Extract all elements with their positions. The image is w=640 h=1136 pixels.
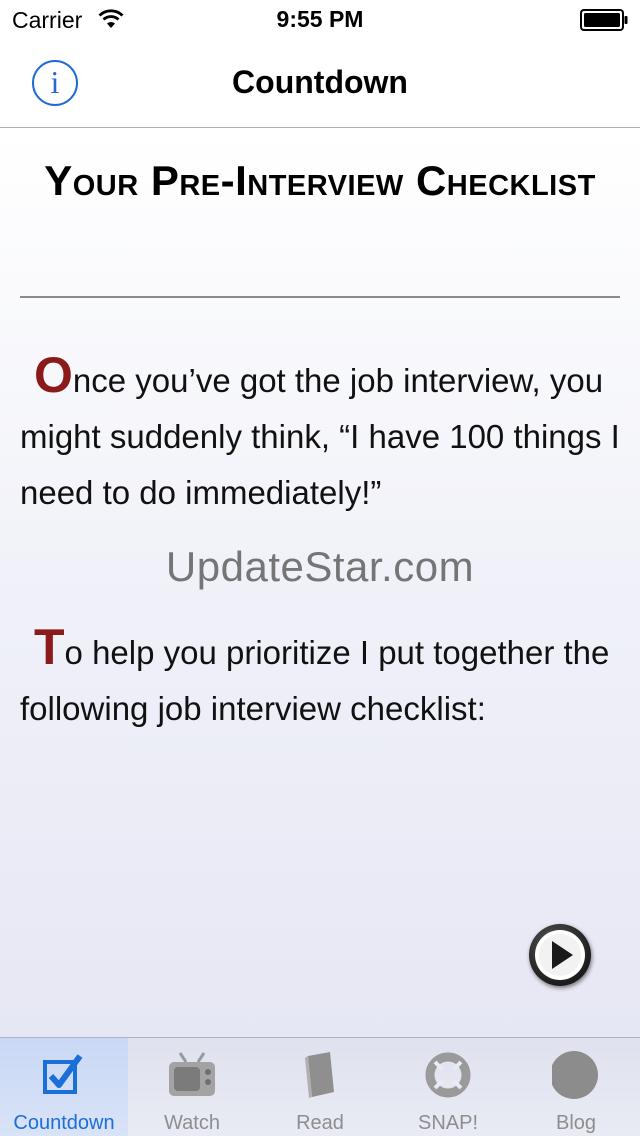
tab-label: Read	[296, 1112, 344, 1134]
paragraph-text: o help you prioritize I put together the…	[20, 634, 610, 727]
clock: 9:55 PM	[276, 6, 364, 32]
play-triangle-icon	[535, 930, 585, 980]
tab-label: Watch	[164, 1112, 220, 1134]
article-content[interactable]: Your Pre-Interview Checklist Once you’ve…	[0, 129, 640, 1037]
tab-label: Blog	[555, 1112, 597, 1134]
heading-divider	[20, 296, 620, 298]
book-icon	[305, 1052, 334, 1098]
tab-watch[interactable]: Watch	[128, 1038, 256, 1136]
article-heading: Your Pre-Interview Checklist	[44, 157, 596, 204]
checkbox-icon	[43, 1054, 83, 1094]
lifebuoy-icon	[425, 1052, 471, 1098]
paragraph-text: nce you’ve got the job interview, you mi…	[20, 362, 620, 511]
play-icon[interactable]	[529, 924, 591, 986]
tab-countdown[interactable]: Countdown	[0, 1038, 128, 1136]
navigation-bar: i Countdown	[0, 40, 640, 128]
tab-blog[interactable]: Blog	[512, 1038, 640, 1136]
watermark-text: UpdateStar.com	[165, 543, 475, 590]
paragraph-1: Once you’ve got the job interview, you m…	[20, 347, 620, 521]
dropcap-letter: T	[34, 619, 65, 675]
tv-icon	[169, 1052, 215, 1096]
circle-icon	[552, 1051, 598, 1099]
tab-bar: Countdown Watch Read SNAP! Blog	[0, 1037, 640, 1136]
tab-label: SNAP!	[417, 1112, 479, 1134]
tab-snap[interactable]: SNAP!	[384, 1038, 512, 1136]
battery-icon	[580, 9, 628, 31]
tab-read[interactable]: Read	[256, 1038, 384, 1136]
page-title: Countdown	[232, 64, 408, 100]
dropcap-letter: O	[34, 347, 73, 403]
tab-label: Countdown	[13, 1112, 115, 1134]
status-bar: Carrier 9:55 PM	[0, 0, 640, 40]
paragraph-2: To help you prioritize I put together th…	[20, 619, 620, 737]
